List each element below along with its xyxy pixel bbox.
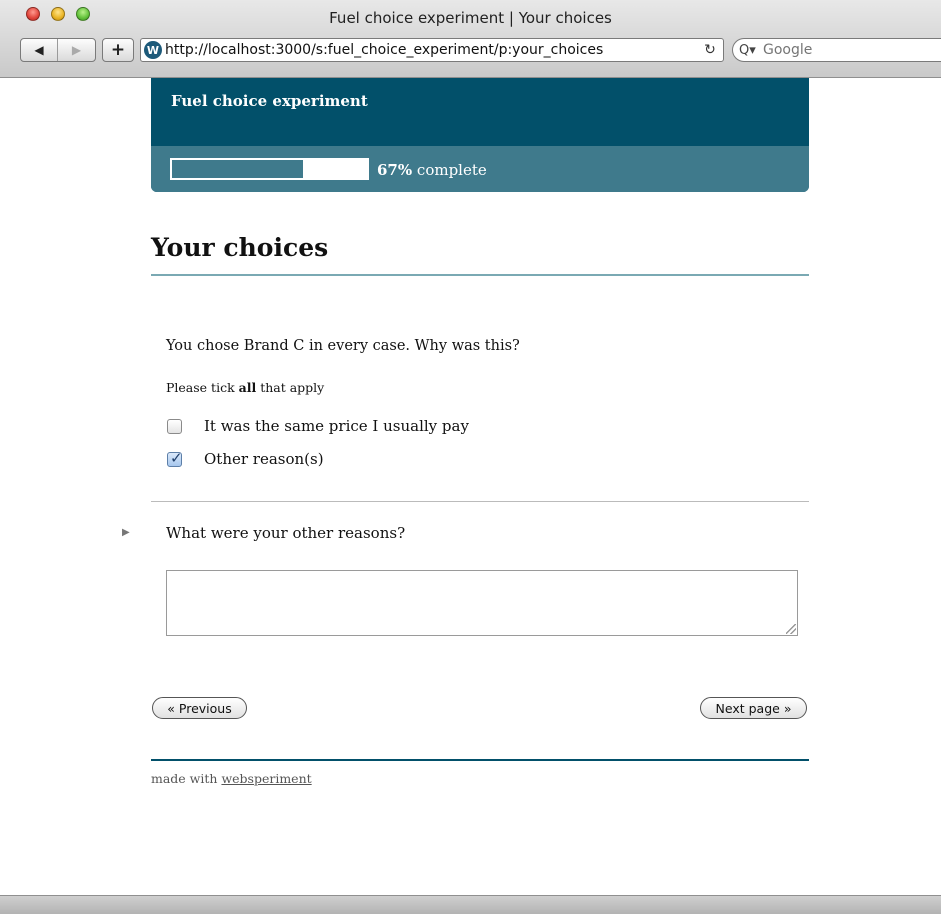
checkmark-icon: ✓: [170, 448, 183, 467]
instruction-suffix: that apply: [256, 380, 325, 395]
url-text[interactable]: http://localhost:3000/s:fuel_choice_expe…: [165, 42, 697, 58]
search-input[interactable]: [763, 42, 933, 58]
other-reasons-textarea[interactable]: [166, 570, 798, 636]
search-bar[interactable]: Q▾: [732, 38, 941, 62]
option-same-price[interactable]: It was the same price I usually pay: [167, 415, 469, 437]
option-label[interactable]: Other reason(s): [204, 450, 324, 468]
page-title: Your choices: [151, 233, 329, 262]
page-heading-block: Your choices: [151, 232, 809, 276]
progress-strip: 67% complete: [151, 146, 809, 192]
search-icon[interactable]: Q▾: [739, 43, 763, 58]
footer-prefix: made with: [151, 771, 222, 786]
history-nav-group: ◀ ▶: [20, 38, 96, 62]
title-bar: Fuel choice experiment | Your choices: [0, 0, 941, 34]
checkbox-same-price[interactable]: [167, 418, 182, 434]
footer-text: made with websperiment: [151, 771, 312, 786]
site-favicon-icon: W: [144, 41, 162, 59]
next-page-button[interactable]: Next page »: [700, 697, 807, 719]
site-title: Fuel choice experiment: [171, 92, 368, 110]
instruction-text: Please tick all that apply: [166, 380, 324, 395]
progress-percent: 67%: [377, 161, 413, 179]
section-divider: [151, 501, 809, 502]
progress-bar-fill: [172, 160, 303, 178]
browser-toolbar: ◀ ▶ + W http://localhost:3000/s:fuel_cho…: [0, 34, 941, 78]
footer-divider: [151, 759, 809, 761]
back-button[interactable]: ◀: [21, 39, 59, 61]
option-other-reasons[interactable]: ✓ Other reason(s): [167, 448, 324, 470]
address-bar[interactable]: W http://localhost:3000/s:fuel_choice_ex…: [140, 38, 724, 62]
option-label[interactable]: It was the same price I usually pay: [204, 417, 469, 435]
resize-grip-icon[interactable]: [786, 624, 796, 634]
websperiment-link[interactable]: websperiment: [221, 771, 311, 786]
page-header: Fuel choice experiment 67% complete: [151, 78, 809, 192]
window-title: Fuel choice experiment | Your choices: [329, 9, 612, 27]
progress-suffix: complete: [416, 161, 487, 179]
followup-question: What were your other reasons?: [166, 524, 406, 542]
progress-bar: [170, 158, 369, 180]
browser-window-chrome: Fuel choice experiment | Your choices ◀ …: [0, 0, 941, 78]
status-bar: [0, 895, 941, 914]
triangle-right-icon: ▶: [122, 527, 130, 538]
instruction-prefix: Please tick: [166, 380, 239, 395]
add-bookmark-button[interactable]: +: [102, 38, 134, 62]
progress-text: 67% complete: [377, 161, 487, 179]
reload-icon[interactable]: ↻: [697, 42, 723, 58]
previous-button[interactable]: « Previous: [152, 697, 247, 719]
checkbox-other-reasons[interactable]: ✓: [167, 448, 183, 467]
instruction-bold: all: [238, 380, 257, 395]
forward-button[interactable]: ▶: [58, 39, 95, 61]
question-text: You chose Brand C in every case. Why was…: [166, 338, 520, 354]
